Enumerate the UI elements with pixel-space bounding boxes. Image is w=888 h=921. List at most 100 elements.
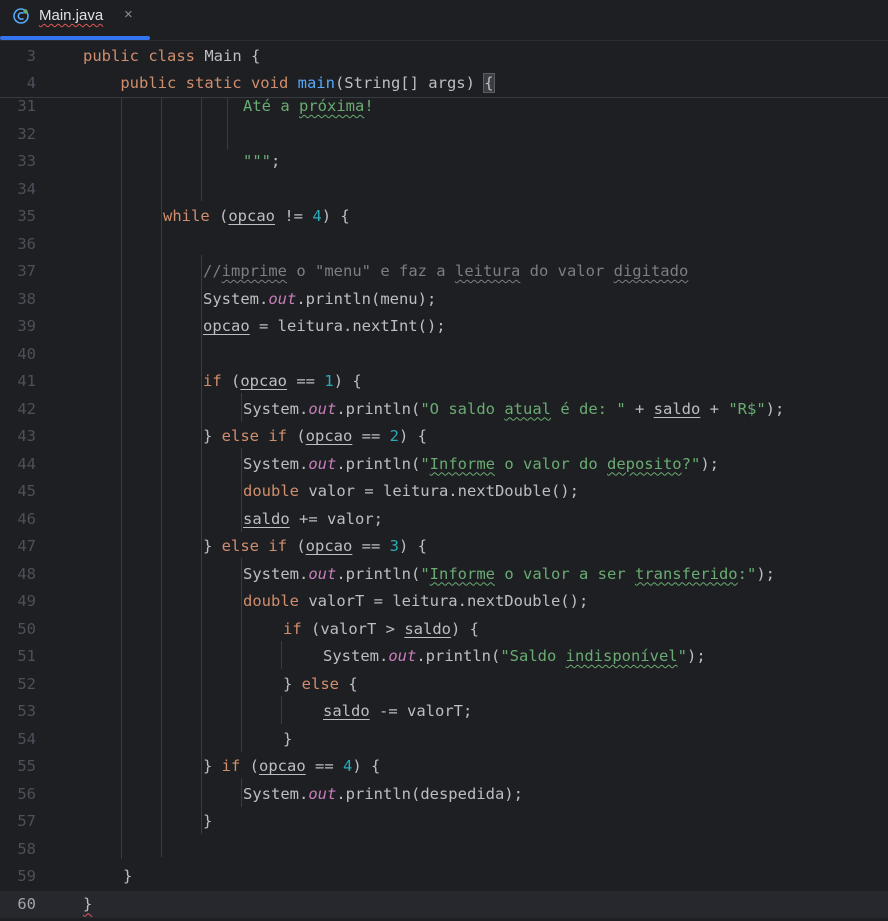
line-number: 51: [17, 647, 36, 665]
line-number: 37: [17, 262, 36, 280]
code-text: }: [83, 891, 92, 918]
code-line[interactable]: 34: [0, 176, 888, 203]
code-token: transferido: [634, 564, 738, 583]
code-line[interactable]: 49 double valorT = leitura.nextDouble();: [0, 588, 888, 615]
code-token: valor = leitura.nextDouble();: [308, 482, 579, 500]
code-line[interactable]: 36: [0, 231, 888, 258]
line-number: 52: [17, 674, 36, 693]
code-token: .println(: [416, 647, 501, 665]
code-line[interactable]: 43} else if (opcao == 2) {: [0, 423, 888, 450]
code-line[interactable]: 39 opcao = leitura.nextInt();: [0, 313, 888, 340]
code-token: }: [203, 427, 222, 445]
code-text: } else if (opcao == 3) {: [203, 533, 427, 560]
code-token: out: [308, 454, 337, 473]
code-line[interactable]: 57}: [0, 808, 888, 835]
code-token: ==: [305, 757, 344, 775]
code-token: main: [297, 74, 335, 92]
code-line[interactable]: 45 double valor = leitura.nextDouble();: [0, 478, 888, 505]
code-text: System.out.println(menu);: [203, 286, 436, 313]
code-token: {: [348, 674, 358, 693]
code-text: saldo -= valorT;: [323, 698, 472, 725]
code-line[interactable]: 47} else if (opcao == 3) {: [0, 533, 888, 560]
line-number: 33: [17, 152, 36, 170]
code-token: );: [756, 564, 775, 583]
code-token: System.: [203, 289, 269, 308]
code-line[interactable]: 42 System.out.println("O saldo atual é de…: [0, 396, 888, 423]
code-line[interactable]: 59}: [0, 863, 888, 890]
code-line[interactable]: 54}: [0, 726, 888, 753]
code-token: ": [420, 454, 430, 473]
code-line[interactable]: 53 saldo -= valorT;: [0, 698, 888, 725]
code-token: saldo: [243, 509, 290, 528]
code-editor[interactable]: 3 public class Main {4 public static void…: [0, 41, 888, 921]
code-line[interactable]: 48 System.out.println("Informe o valor a …: [0, 561, 888, 588]
code-token: ) {: [399, 427, 428, 445]
code-line[interactable]: 55} if (opcao == 4) {: [0, 753, 888, 780]
code-token: .println(menu);: [296, 289, 437, 308]
code-line[interactable]: 38 System.out.println(menu);: [0, 286, 888, 313]
code-token: saldo: [653, 399, 701, 418]
code-token: ) {: [451, 619, 479, 638]
line-number: 4: [26, 74, 36, 92]
line-number: 49: [17, 592, 36, 610]
code-token: 1: [324, 372, 334, 390]
code-token: );: [686, 647, 706, 665]
code-token: double: [243, 592, 309, 610]
line-number: 60: [17, 894, 36, 913]
code-token: opcao: [240, 372, 288, 390]
line-number: 44: [17, 454, 36, 473]
code-line[interactable]: 35 while (opcao != 4) {: [0, 203, 888, 230]
code-line[interactable]: 58: [0, 836, 888, 863]
code-token: opcao: [305, 537, 353, 555]
code-token: ?": [681, 454, 701, 473]
code-token: 2: [389, 427, 400, 445]
code-line[interactable]: 52} else {: [0, 671, 888, 698]
tab-main-java[interactable]: Main.java ×: [0, 0, 150, 40]
line-number: 40: [17, 344, 36, 363]
code-line[interactable]: 56 System.out.println(despedida);: [0, 781, 888, 808]
code-token: leitura: [454, 262, 521, 280]
code-token: !: [364, 97, 374, 115]
code-line[interactable]: 4 public static void main(String[] args)…: [0, 70, 888, 97]
code-token: );: [765, 399, 785, 418]
code-token: ) {: [352, 757, 381, 775]
code-line[interactable]: 37 //imprime o "menu" e faz a leitura do …: [0, 258, 888, 285]
code-token: saldo: [323, 702, 370, 720]
code-token: "Saldo: [500, 647, 566, 665]
code-text: } else if (opcao == 2) {: [203, 423, 427, 450]
code-token: ==: [352, 427, 390, 445]
code-line[interactable]: 3 public class Main {: [0, 43, 888, 70]
code-token: }: [123, 867, 133, 885]
code-line[interactable]: 33 """;: [0, 148, 888, 175]
code-token: ;: [271, 152, 281, 170]
code-token: "R$": [728, 399, 766, 418]
code-token: out: [308, 564, 337, 583]
code-token: deposito: [606, 454, 682, 473]
code-line[interactable]: 46 saldo += valor;: [0, 506, 888, 533]
code-text: while (opcao != 4) {: [163, 203, 350, 230]
code-line[interactable]: 51 System.out.println("Saldo indisponível…: [0, 643, 888, 670]
line-number: 59: [17, 867, 36, 885]
line-number: 35: [17, 207, 36, 225]
code-token: (: [219, 207, 229, 225]
sticky-lines-header[interactable]: 3 public class Main {4 public static void…: [0, 41, 888, 98]
code-token: else: [301, 674, 349, 693]
code-token: System.: [243, 454, 309, 473]
line-number: 50: [17, 619, 36, 638]
code-text: double valorT = leitura.nextDouble();: [243, 588, 588, 615]
code-token: System.: [243, 399, 309, 418]
line-number: 56: [17, 784, 36, 803]
code-line[interactable]: 44 System.out.println("Informe o valor do…: [0, 451, 888, 478]
code-text: double valor = leitura.nextDouble();: [243, 478, 579, 505]
code-token: .println(: [336, 454, 421, 473]
line-number: 58: [17, 839, 36, 858]
code-line[interactable]: 41 if (opcao == 1) {: [0, 368, 888, 395]
code-line[interactable]: 40: [0, 341, 888, 368]
code-token: if: [221, 757, 250, 775]
code-token: próxima: [299, 97, 365, 115]
close-tab-icon[interactable]: ×: [124, 6, 133, 23]
code-line[interactable]: 50 if (valorT > saldo) {: [0, 616, 888, 643]
code-line[interactable]: 60}: [0, 890, 888, 918]
code-text: public class Main {: [83, 43, 260, 70]
code-line[interactable]: 32: [0, 121, 888, 148]
